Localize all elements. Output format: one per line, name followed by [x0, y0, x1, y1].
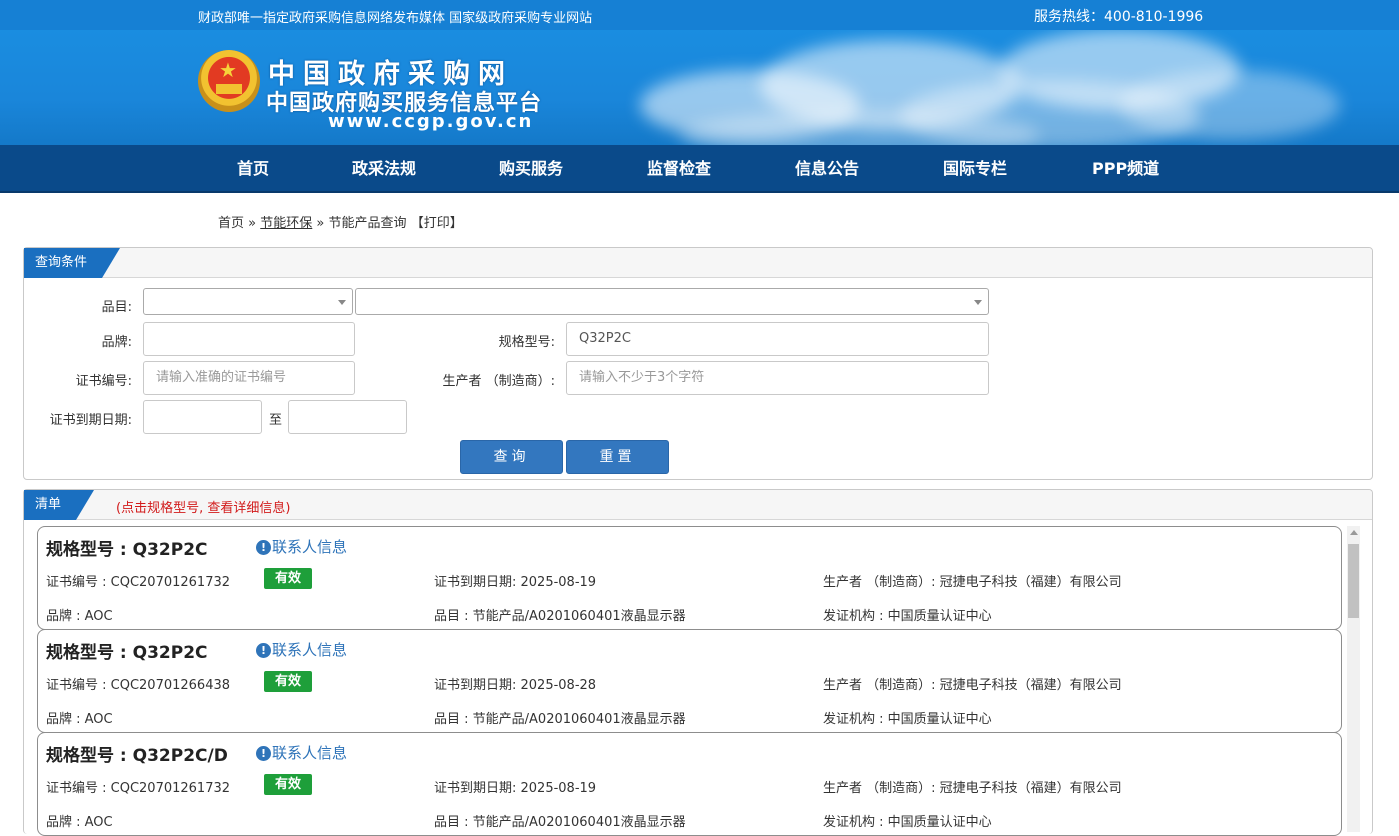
result-list-header: 清单 (点击规格型号, 查看详细信息) — [24, 490, 1372, 520]
expiry-date: 证书到期日期: 2025-08-28 — [434, 678, 597, 693]
category-select-primary[interactable] — [143, 288, 353, 315]
contact-info-link[interactable]: ! 联系人信息 — [256, 742, 347, 763]
expiry-date-label: 证书到期日期: — [49, 413, 132, 428]
maker-input[interactable]: 请输入不少于3个字符 — [566, 361, 989, 395]
nav-item-ppp[interactable]: PPP频道 — [1092, 145, 1159, 193]
cert-number-input[interactable]: 请输入准确的证书编号 — [143, 361, 355, 395]
site-slogan: 财政部唯一指定政府采购信息网络发布媒体 国家级政府采购专业网站 — [198, 11, 593, 26]
chevron-down-icon — [974, 300, 982, 305]
cert-number: 证书编号 : CQC20701261732 — [46, 781, 231, 796]
result-card: 规格型号 : Q32P2C ! 联系人信息 证书编号 : CQC207012664… — [37, 629, 1342, 733]
top-bar: 财政部唯一指定政府采购信息网络发布媒体 国家级政府采购专业网站 服务热线：400… — [0, 0, 1399, 30]
chevron-down-icon — [338, 300, 346, 305]
category: 品目 : 节能产品/A0201060401液晶显示器 — [434, 815, 686, 830]
issuing-authority: 发证机构 : 中国质量认证中心 — [823, 609, 992, 624]
query-panel-title: 查询条件 — [24, 248, 120, 278]
service-hotline: 服务热线：400-810-1996 — [1034, 9, 1204, 25]
national-emblem-logo: ★ — [198, 50, 260, 112]
expiry-date-from-input[interactable] — [143, 400, 262, 434]
cert-number-label: 证书编号: — [75, 374, 132, 389]
nav-item-international[interactable]: 国际专栏 — [943, 145, 1007, 193]
result-list-panel: 清单 (点击规格型号, 查看详细信息) 规格型号 : Q32P2C ! 联系人信息… — [23, 489, 1373, 836]
issuing-authority: 发证机构 : 中国质量认证中心 — [823, 815, 992, 830]
category: 品目 : 节能产品/A0201060401液晶显示器 — [434, 609, 686, 624]
result-card: 规格型号 : Q32P2C/D ! 联系人信息 证书编号 : CQC2070126… — [37, 732, 1342, 836]
status-badge: 有效 — [264, 568, 312, 589]
query-panel-header: 查询条件 — [24, 248, 1372, 278]
header-banner: ★ 中国政府采购网 中国政府购买服务信息平台 www.ccgp.gov.cn — [0, 30, 1399, 145]
model-number-link[interactable]: 规格型号 : Q32P2C/D — [46, 741, 228, 766]
result-card: 规格型号 : Q32P2C ! 联系人信息 证书编号 : CQC207012617… — [37, 526, 1342, 630]
brand: 品牌 : AOC — [46, 815, 113, 830]
contact-info-link[interactable]: ! 联系人信息 — [256, 536, 347, 557]
status-badge: 有效 — [264, 671, 312, 692]
cert-number: 证书编号 : CQC20701261732 — [46, 575, 231, 590]
breadcrumb-separator: » — [316, 216, 325, 231]
category-select-secondary[interactable] — [355, 288, 989, 315]
nav-item-supervision[interactable]: 监督检查 — [647, 145, 711, 193]
expiry-date: 证书到期日期: 2025-08-19 — [434, 781, 597, 796]
expiry-date-to-label: 至 — [268, 413, 282, 428]
scroll-up-icon[interactable] — [1350, 530, 1358, 535]
status-badge: 有效 — [264, 774, 312, 795]
nav-item-regulations[interactable]: 政采法规 — [352, 145, 416, 193]
brand: 品牌 : AOC — [46, 712, 113, 727]
model-label: 规格型号: — [498, 335, 555, 350]
category-label: 品目: — [101, 300, 132, 315]
brand: 品牌 : AOC — [46, 609, 113, 624]
contact-info-label: 联系人信息 — [272, 744, 348, 762]
contact-info-link[interactable]: ! 联系人信息 — [256, 639, 347, 660]
info-icon: ! — [256, 746, 271, 761]
maker-label: 生产者 （制造商）: — [442, 374, 555, 389]
breadcrumb-separator: » — [248, 216, 257, 231]
breadcrumb-section-link[interactable]: 节能环保 — [260, 216, 312, 231]
model-number-link[interactable]: 规格型号 : Q32P2C — [46, 535, 208, 560]
breadcrumb-current: 节能产品查询 — [328, 216, 407, 231]
nav-item-home[interactable]: 首页 — [237, 145, 269, 193]
brand-input[interactable] — [143, 322, 355, 356]
manufacturer: 生产者 （制造商）: 冠捷电子科技（福建）有限公司 — [823, 575, 1122, 590]
reset-button[interactable]: 重置 — [566, 440, 669, 474]
breadcrumb: 首页 » 节能环保 » 节能产品查询 【打印】 — [218, 212, 463, 231]
issuing-authority: 发证机构 : 中国质量认证中心 — [823, 712, 992, 727]
manufacturer: 生产者 （制造商）: 冠捷电子科技（福建）有限公司 — [823, 781, 1122, 796]
search-button[interactable]: 查询 — [460, 440, 563, 474]
info-icon: ! — [256, 643, 271, 658]
breadcrumb-home[interactable]: 首页 — [218, 216, 244, 231]
result-list-title: 清单 — [24, 490, 94, 520]
category: 品目 : 节能产品/A0201060401液晶显示器 — [434, 712, 686, 727]
brand-label: 品牌: — [101, 335, 132, 350]
expiry-date: 证书到期日期: 2025-08-19 — [434, 575, 597, 590]
model-number-link[interactable]: 规格型号 : Q32P2C — [46, 638, 208, 663]
contact-info-label: 联系人信息 — [272, 641, 348, 659]
model-input[interactable]: Q32P2C — [566, 322, 989, 356]
contact-info-label: 联系人信息 — [272, 538, 348, 556]
expiry-date-to-input[interactable] — [288, 400, 407, 434]
site-url: www.ccgp.gov.cn — [328, 111, 534, 132]
print-link[interactable]: 【打印】 — [411, 216, 463, 231]
main-nav: 首页 政采法规 购买服务 监督检查 信息公告 国际专栏 PPP频道 — [0, 145, 1399, 193]
cert-number: 证书编号 : CQC20701266438 — [46, 678, 231, 693]
manufacturer: 生产者 （制造商）: 冠捷电子科技（福建）有限公司 — [823, 678, 1122, 693]
result-list-scrollbar[interactable] — [1347, 526, 1360, 832]
nav-item-announcements[interactable]: 信息公告 — [795, 145, 859, 193]
nav-item-purchase-services[interactable]: 购买服务 — [499, 145, 563, 193]
info-icon: ! — [256, 540, 271, 555]
scrollbar-thumb[interactable] — [1348, 544, 1359, 618]
result-list-hint: (点击规格型号, 查看详细信息) — [116, 501, 291, 516]
